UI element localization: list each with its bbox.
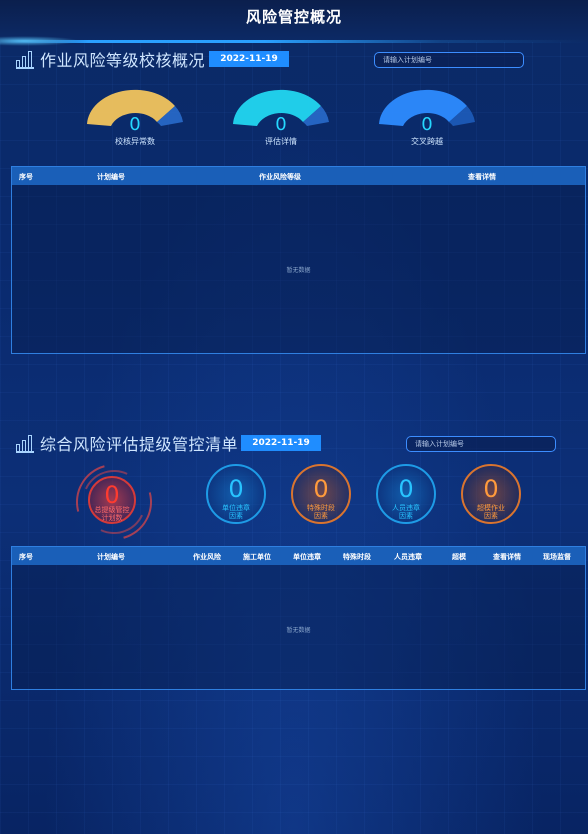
- section1-header: 作业风险等级校核概况: [16, 47, 205, 71]
- empty-state: 暂无数据: [286, 627, 311, 634]
- circle-value: 0: [228, 475, 244, 503]
- section2-date-picker[interactable]: 2022-11-19: [241, 435, 321, 451]
- gauge-value: 0: [275, 114, 287, 135]
- col-site-supervision: 现场监督: [543, 553, 571, 561]
- circle-over-model-work[interactable]: 0 超模作业 因素: [461, 464, 521, 524]
- table-header: 序号 计划编号 作业风险 施工单位 单位违章 特殊时段 人员违章 超模 查看详情…: [12, 547, 585, 565]
- section2-search-input[interactable]: [406, 436, 556, 452]
- escalation-table: 序号 计划编号 作业风险 施工单位 单位违章 特殊时段 人员违章 超模 查看详情…: [11, 546, 586, 690]
- section2-header: 综合风险评估提级管控清单: [16, 431, 238, 455]
- col-personnel-violation: 人员违章: [394, 553, 422, 561]
- gauge-label: 评估详情: [265, 137, 297, 146]
- col-special-period: 特殊时段: [343, 553, 371, 561]
- col-plan-no: 计划编号: [97, 553, 125, 561]
- risk-level-table: 序号 计划编号 作业风险等级 查看详情 暂无数据: [11, 166, 586, 354]
- gauge-label: 校核异常数: [115, 137, 155, 146]
- col-view-detail: 查看详情: [468, 173, 496, 181]
- col-risk-level: 作业风险等级: [259, 173, 301, 181]
- gauge-value: 0: [129, 114, 141, 135]
- circle-label-line1: 单位违章: [222, 504, 250, 512]
- circle-label: 超模作业 因素: [463, 504, 519, 520]
- header-glow: [0, 36, 80, 46]
- circle-label-line2: 因素: [484, 512, 498, 520]
- circle-label-line2: 因素: [229, 512, 243, 520]
- table-header: 序号 计划编号 作业风险等级 查看详情: [12, 167, 585, 185]
- page-title: 风险管控概况: [245, 8, 342, 26]
- empty-state: 暂无数据: [286, 267, 311, 274]
- circle-value: 0: [398, 475, 414, 503]
- circle-special-period[interactable]: 0 特殊时段 因素: [291, 464, 351, 524]
- circle-label-line1: 人员违章: [392, 504, 420, 512]
- circle-label-line1: 总提级管控: [94, 506, 130, 514]
- section1-date-picker[interactable]: 2022-11-19: [209, 51, 289, 67]
- circle-label: 人员违章 因素: [378, 504, 434, 520]
- circle-label-line2: 因素: [399, 512, 413, 520]
- header-divider: [0, 40, 588, 43]
- gauge-value: 0: [421, 114, 433, 135]
- bar-chart-icon: [16, 50, 34, 69]
- gauge-crossing[interactable]: 0 交叉跨越: [377, 84, 477, 154]
- col-index: 序号: [19, 173, 33, 181]
- bar-chart-icon: [16, 434, 34, 453]
- circle-unit-violation[interactable]: 0 单位违章 因素: [206, 464, 266, 524]
- col-work-risk: 作业风险: [193, 553, 221, 561]
- circle-label-line2: 计划数: [101, 514, 123, 522]
- section2-title: 综合风险评估提级管控清单: [40, 435, 239, 454]
- circle-value: 0: [483, 475, 499, 503]
- col-over-model: 超模: [452, 553, 466, 561]
- gauge-check-anomaly[interactable]: 0 校核异常数: [85, 84, 185, 154]
- col-plan-no: 计划编号: [97, 173, 125, 181]
- col-index: 序号: [19, 553, 33, 561]
- circle-label-line1: 超模作业: [477, 504, 505, 512]
- circle-label: 单位违章 因素: [208, 504, 264, 520]
- col-view-detail: 查看详情: [493, 553, 521, 561]
- circle-total-escalated[interactable]: 0 总提级管控 计划数: [88, 476, 136, 524]
- circle-value: 0: [313, 475, 329, 503]
- section1-search-input[interactable]: [374, 52, 524, 68]
- section1-title: 作业风险等级校核概况: [40, 51, 206, 70]
- col-unit-violation: 单位违章: [293, 553, 321, 561]
- circle-label: 特殊时段 因素: [293, 504, 349, 520]
- circle-label: 总提级管控 计划数: [90, 506, 134, 522]
- circle-value: 0: [104, 481, 120, 509]
- circle-label-line2: 因素: [314, 512, 328, 520]
- col-construction-unit: 施工单位: [243, 553, 271, 561]
- gauge-assessment-detail[interactable]: 0 评估详情: [231, 84, 331, 154]
- gauge-label: 交叉跨越: [411, 137, 443, 146]
- circle-label-line1: 特殊时段: [307, 504, 335, 512]
- circle-personnel-violation[interactable]: 0 人员违章 因素: [376, 464, 436, 524]
